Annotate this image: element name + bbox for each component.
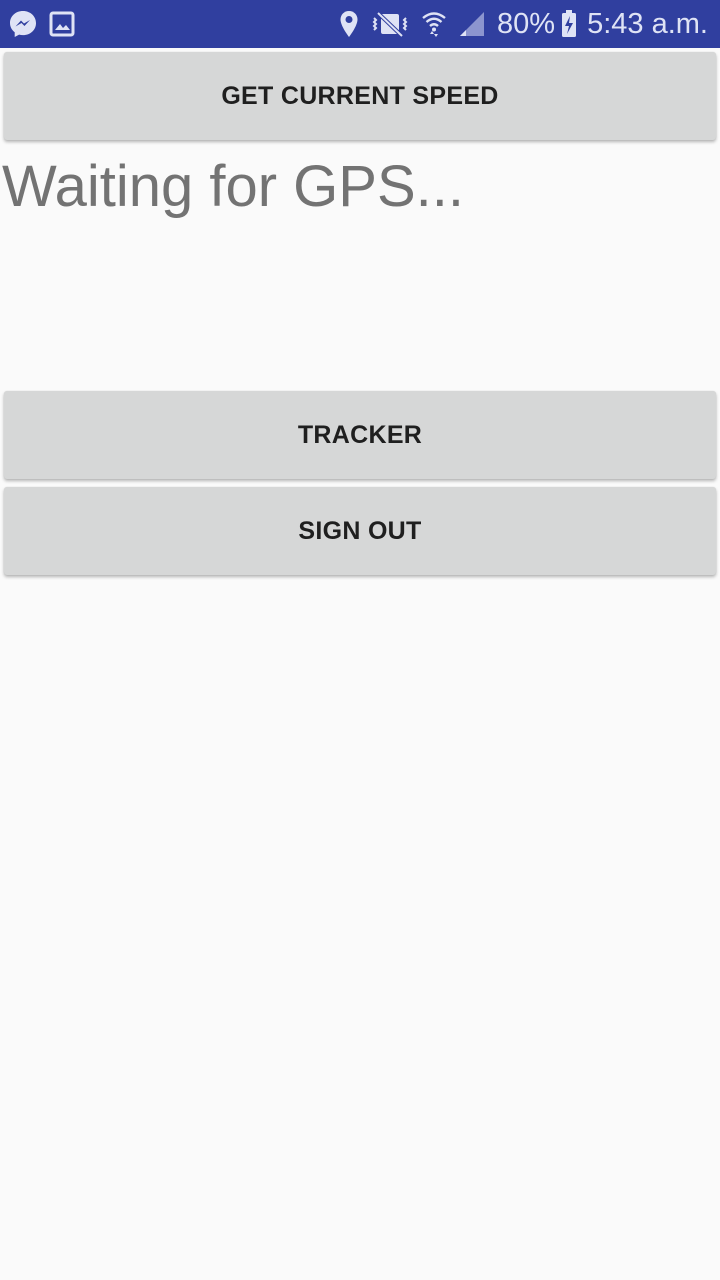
sign-out-button[interactable]: SIGN OUT [4,487,716,575]
get-current-speed-button[interactable]: GET CURRENT SPEED [4,52,716,140]
location-icon [339,10,359,38]
cell-signal-icon [459,11,485,37]
wifi-icon [421,9,447,39]
messenger-icon [8,9,38,39]
notification-area [8,9,86,39]
battery-charging-icon [561,10,577,38]
status-bar: 80% 5:43 a.m. [0,0,720,48]
battery-percent: 80% [497,7,556,40]
gallery-icon [48,10,76,38]
gps-status-text: Waiting for GPS... [2,154,464,219]
tracker-button[interactable]: TRACKER [4,391,716,479]
system-tray: 80% 5:43 a.m. [339,0,708,48]
vibrate-icon [371,10,409,38]
status-clock: 5:43 a.m. [587,7,708,40]
